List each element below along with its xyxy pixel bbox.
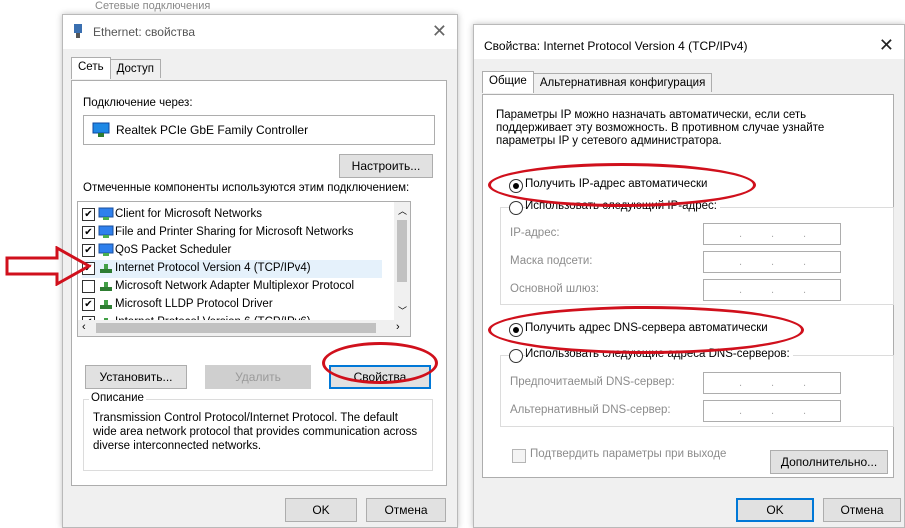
confirm-on-exit-checkbox[interactable] [512, 449, 526, 463]
ethernet-properties-dialog: Ethernet: свойства ✕ Сеть Доступ Подключе… [62, 14, 458, 528]
horizontal-scrollbar[interactable]: ‹ › [78, 320, 410, 336]
protocol-icon [100, 282, 112, 291]
components-list[interactable]: ✔ Client for Microsoft Networks ✔ File a… [77, 201, 411, 337]
properties-button[interactable]: Свойства [329, 365, 431, 389]
components-label: Отмеченные компоненты используются этим … [83, 182, 410, 194]
scroll-right-icon[interactable]: › [396, 321, 400, 333]
cancel-button[interactable]: Отмена [823, 498, 901, 522]
connect-through-label: Подключение через: [83, 97, 193, 109]
ethernet-adapter-icon [74, 24, 82, 38]
background-window-title: Сетевые подключения [95, 0, 211, 12]
preferred-dns-label: Предпочитаемый DNS-сервер: [510, 376, 675, 388]
component-label: Microsoft Network Adapter Multiplexor Pr… [115, 280, 355, 292]
description-text: Transmission Control Protocol/Internet P… [93, 412, 418, 452]
vertical-scrollbar[interactable]: ︿ ﹀ [394, 202, 410, 320]
ok-button[interactable]: OK [285, 498, 357, 522]
cancel-button[interactable]: Отмена [366, 498, 446, 522]
gateway-field[interactable]: ... [703, 279, 841, 301]
configure-button[interactable]: Настроить... [339, 154, 433, 178]
dns-auto-radio[interactable] [509, 323, 523, 337]
network-client-icon [98, 207, 114, 220]
scroll-down-icon[interactable]: ﹀ [398, 304, 407, 317]
tab-sharing[interactable]: Доступ [109, 59, 162, 78]
close-icon[interactable]: ✕ [432, 21, 447, 42]
alternate-dns-field[interactable]: ... [703, 400, 841, 422]
dns-auto-label[interactable]: Получить адрес DNS-сервера автоматически [525, 322, 768, 334]
scroll-thumb[interactable] [397, 220, 407, 282]
scroll-up-icon[interactable]: ︿ [398, 204, 407, 217]
tab-network[interactable]: Сеть [71, 57, 111, 79]
component-label: File and Printer Sharing for Microsoft N… [115, 226, 354, 238]
subnet-mask-label: Маска подсети: [510, 255, 593, 267]
gateway-label: Основной шлюз: [510, 283, 599, 295]
title-bar: Ethernet: свойства ✕ [63, 15, 457, 49]
checkbox[interactable]: ✔ [82, 226, 95, 239]
adapter-field: Realtek PCIe GbE Family Controller [83, 115, 435, 145]
title-bar: Свойства: Internet Protocol Version 4 (T… [474, 25, 904, 59]
ip-auto-radio[interactable] [509, 179, 523, 193]
arrow-annotation-icon [5, 246, 91, 286]
dns-manual-radio[interactable] [509, 349, 523, 363]
subnet-mask-field[interactable]: ... [703, 251, 841, 273]
alternate-dns-label: Альтернативный DNS-сервер: [510, 404, 671, 416]
tab-bar: Общие Альтернативная конфигурация [482, 71, 713, 95]
dns-manual-label[interactable]: Использовать следующие адреса DNS-сервер… [525, 348, 793, 360]
ip-address-field[interactable]: ... [703, 223, 841, 245]
advanced-button[interactable]: Дополнительно... [770, 450, 888, 474]
ipv4-properties-dialog: Свойства: Internet Protocol Version 4 (T… [473, 24, 905, 528]
info-text: Параметры IP можно назначать автоматичес… [496, 109, 825, 147]
checkbox[interactable]: ✔ [82, 208, 95, 221]
ip-manual-radio[interactable] [509, 201, 523, 215]
component-label: Internet Protocol Version 4 (TCP/IPv4) [115, 262, 311, 274]
scroll-thumb[interactable] [96, 323, 376, 333]
ok-button[interactable]: OK [736, 498, 814, 522]
remove-button[interactable]: Удалить [205, 365, 311, 389]
ip-manual-label[interactable]: Использовать следующий IP-адрес: [525, 200, 720, 212]
network-adapter-icon [92, 122, 110, 137]
preferred-dns-field[interactable]: ... [703, 372, 841, 394]
protocol-icon [100, 300, 112, 309]
install-button[interactable]: Установить... [85, 365, 187, 389]
description-title: Описание [89, 392, 146, 404]
adapter-name: Realtek PCIe GbE Family Controller [116, 123, 309, 137]
component-label: Client for Microsoft Networks [115, 208, 262, 220]
scroll-left-icon[interactable]: ‹ [82, 321, 86, 333]
confirm-on-exit-label: Подтвердить параметры при выходе [530, 448, 727, 460]
checkbox[interactable]: ✔ [82, 298, 95, 311]
ip-auto-label[interactable]: Получить IP-адрес автоматически [525, 178, 707, 190]
network-service-icon [98, 243, 114, 256]
list-item[interactable]: ✔ Internet Protocol Version 4 (TCP/IPv4) [82, 260, 382, 278]
tab-general[interactable]: Общие [482, 71, 534, 93]
component-label: QoS Packet Scheduler [115, 244, 232, 256]
ip-address-label: IP-адрес: [510, 227, 560, 239]
tab-bar: Сеть Доступ [71, 57, 162, 81]
component-label: Microsoft LLDP Protocol Driver [115, 298, 273, 310]
close-icon[interactable]: ✕ [879, 35, 894, 56]
network-service-icon [98, 225, 114, 238]
dialog-title: Ethernet: свойства [93, 25, 196, 39]
protocol-icon [100, 264, 112, 273]
tab-alternate-config[interactable]: Альтернативная конфигурация [532, 73, 713, 92]
dialog-title: Свойства: Internet Protocol Version 4 (T… [484, 39, 748, 53]
